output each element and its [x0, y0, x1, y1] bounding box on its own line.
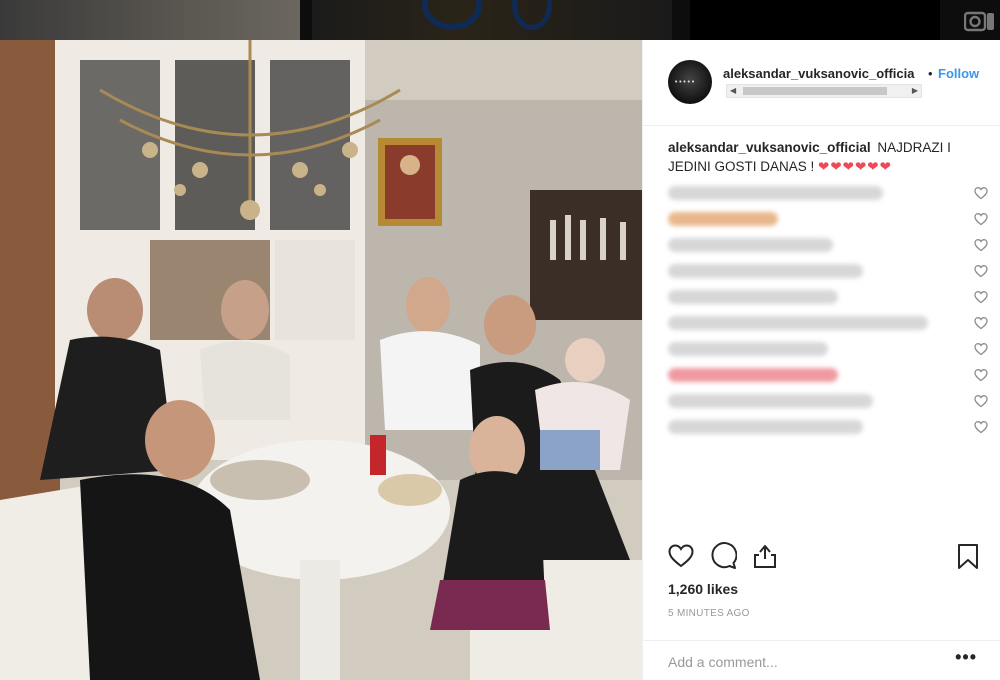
caption-hearts: ❤❤❤❤❤❤	[818, 159, 892, 174]
post-timestamp[interactable]: 5 MINUTES AGO	[668, 608, 750, 619]
comment-text-blurred	[668, 420, 863, 434]
comment-row	[668, 180, 988, 206]
post-photo[interactable]	[0, 40, 642, 680]
comment-text-blurred	[668, 290, 838, 304]
comment-like-heart-icon[interactable]	[974, 420, 988, 434]
comment-row	[668, 362, 988, 388]
comment-text-blurred	[668, 342, 828, 356]
post-header: ••••• aleksandar_vuksanovic_officia • Fo…	[643, 40, 1000, 126]
comment-like-heart-icon[interactable]	[974, 238, 988, 252]
comment-list	[668, 180, 988, 440]
background-image-center	[312, 0, 672, 40]
comment-text-blurred	[668, 212, 778, 226]
comment-row	[668, 258, 988, 284]
comment-like-heart-icon[interactable]	[974, 264, 988, 278]
camera-icon	[964, 11, 994, 32]
username-link[interactable]: aleksandar_vuksanovic_officia	[723, 66, 915, 81]
comment-text-blurred	[668, 238, 833, 252]
comment-text-blurred	[668, 368, 838, 382]
comment-text-blurred	[668, 264, 863, 278]
comment-text-blurred	[668, 316, 928, 330]
comment-like-heart-icon[interactable]	[974, 316, 988, 330]
comment-row	[668, 284, 988, 310]
avatar[interactable]: •••••	[668, 60, 712, 104]
comment-like-heart-icon[interactable]	[974, 394, 988, 408]
action-bar	[643, 540, 1000, 580]
bookmark-icon[interactable]	[954, 542, 982, 570]
scroll-right-arrow-icon[interactable]: ▶	[912, 86, 918, 95]
comment-row	[668, 232, 988, 258]
separator-dot: •	[928, 66, 933, 81]
background-image-left	[0, 0, 300, 40]
more-options-icon[interactable]: •••	[955, 647, 977, 668]
family-dinner-photo	[0, 40, 642, 680]
comment-row	[668, 206, 988, 232]
comment-row	[668, 336, 988, 362]
background-image-right	[690, 0, 940, 40]
likes-count[interactable]: 1,260 likes	[668, 581, 738, 597]
post-side-panel: ••••• aleksandar_vuksanovic_officia • Fo…	[642, 40, 1000, 680]
comment-row	[668, 388, 988, 414]
add-comment-bar: Add a comment... •••	[643, 640, 1000, 680]
background-page-strip	[0, 0, 1000, 40]
scroll-left-arrow-icon[interactable]: ◀	[730, 86, 736, 95]
comment-like-heart-icon[interactable]	[974, 186, 988, 200]
heart-icon[interactable]	[667, 542, 695, 570]
comment-like-heart-icon[interactable]	[974, 368, 988, 382]
scrollbar-thumb[interactable]	[743, 87, 887, 95]
comment-like-heart-icon[interactable]	[974, 212, 988, 226]
comment-icon[interactable]	[709, 542, 737, 570]
comment-row	[668, 414, 988, 440]
caption-username[interactable]: aleksandar_vuksanovic_official	[668, 140, 871, 155]
share-icon[interactable]	[751, 542, 779, 570]
comment-like-heart-icon[interactable]	[974, 290, 988, 304]
follow-button[interactable]: Follow	[938, 66, 979, 81]
comments-section: aleksandar_vuksanovic_official NAJDRAZI …	[668, 138, 988, 440]
comment-row	[668, 310, 988, 336]
comment-like-heart-icon[interactable]	[974, 342, 988, 356]
horizontal-scrollbar[interactable]: ◀ ▶	[726, 84, 922, 98]
comment-text-blurred	[668, 394, 873, 408]
caption: aleksandar_vuksanovic_official NAJDRAZI …	[668, 138, 988, 176]
comment-text-blurred	[668, 186, 883, 200]
add-comment-input[interactable]: Add a comment...	[668, 654, 778, 670]
